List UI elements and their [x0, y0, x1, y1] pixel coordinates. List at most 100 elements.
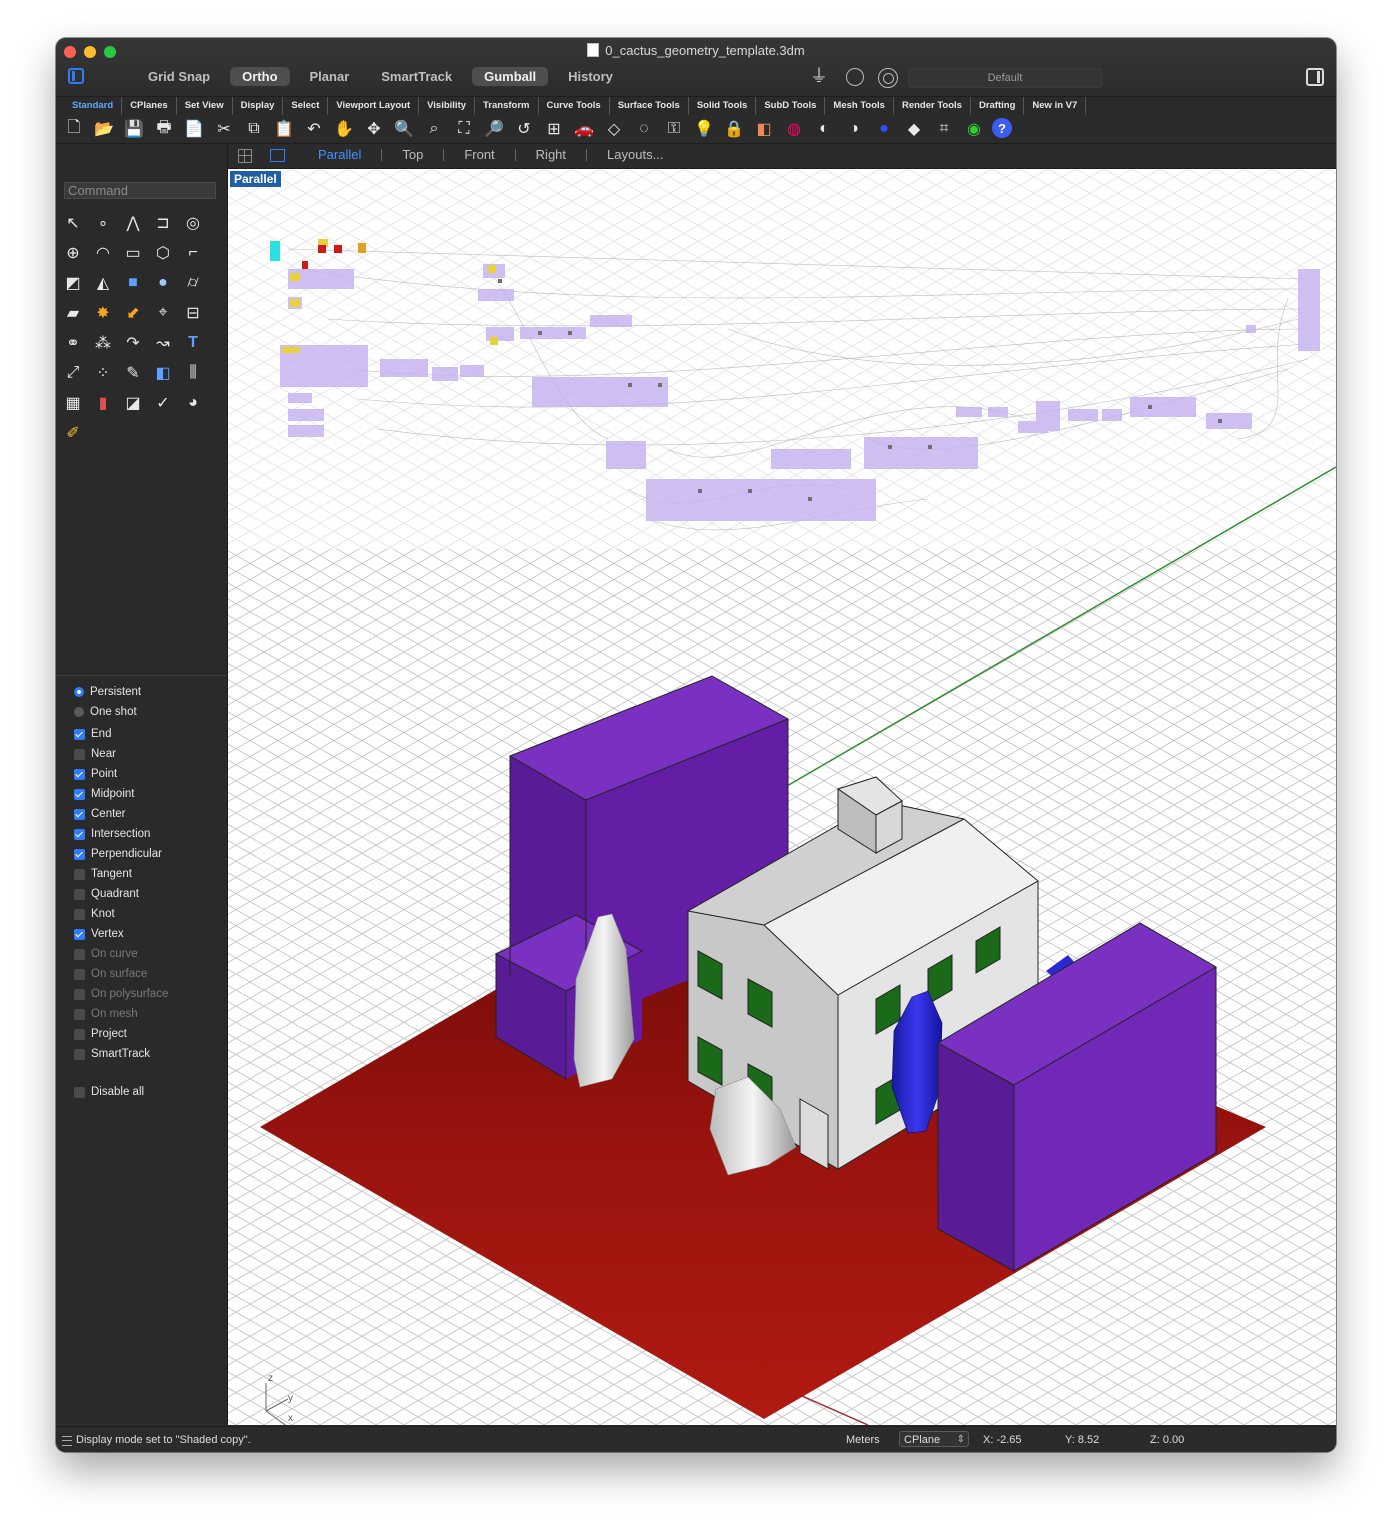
rendered-sphere-icon[interactable]: ●: [872, 118, 896, 140]
zoom-window-icon[interactable]: ⌕: [422, 118, 446, 140]
osnap-vertex[interactable]: Vertex: [74, 924, 168, 944]
osnap-knot[interactable]: Knot: [74, 904, 168, 924]
tab-drafting[interactable]: Drafting: [971, 97, 1025, 115]
render-icon[interactable]: ◆: [902, 118, 926, 140]
surface-icon[interactable]: ◩: [60, 272, 86, 294]
cplane-select[interactable]: CPlane: [899, 1431, 969, 1448]
checkbox[interactable]: [74, 988, 85, 1000]
new-icon[interactable]: 🗋: [62, 118, 86, 140]
osnap-mode-persistent[interactable]: Persistent: [74, 682, 168, 702]
tab-transform[interactable]: Transform: [475, 97, 539, 115]
checkbox[interactable]: [74, 888, 85, 900]
mode-smarttrack[interactable]: SmartTrack: [369, 67, 464, 86]
viewport-tab-layouts[interactable]: Layouts...: [597, 147, 673, 162]
checkbox[interactable]: [74, 968, 85, 980]
analyze-icon[interactable]: ◕: [180, 392, 206, 414]
undo-view-icon[interactable]: ↺: [512, 118, 536, 140]
osnap-center[interactable]: Center: [74, 804, 168, 824]
cplane-icon[interactable]: ◇: [602, 118, 626, 140]
layer-dropdown[interactable]: Default: [908, 68, 1102, 88]
viewport-tab-top[interactable]: Top: [392, 147, 433, 162]
viewport-tab-front[interactable]: Front: [454, 147, 504, 162]
mode-gumball[interactable]: Gumball: [472, 67, 549, 86]
trim-icon[interactable]: ⬋: [120, 302, 146, 324]
osnap-smarttrack[interactable]: SmartTrack: [74, 1044, 168, 1064]
pan-icon[interactable]: ✋: [332, 118, 356, 140]
box-icon[interactable]: ■: [120, 272, 146, 294]
tab-mesh-tools[interactable]: Mesh Tools: [825, 97, 894, 115]
tab-render-tools[interactable]: Render Tools: [894, 97, 971, 115]
tab-cplanes[interactable]: CPlanes: [122, 97, 177, 115]
cut-icon[interactable]: ✂: [212, 118, 236, 140]
osnap-on-polysurface[interactable]: On polysurface: [74, 984, 168, 1004]
explode-icon[interactable]: ✸: [90, 302, 116, 324]
tab-solid-tools[interactable]: Solid Tools: [689, 97, 757, 115]
viewport-4-icon[interactable]: ⊞: [542, 118, 566, 140]
mode-ortho[interactable]: Ortho: [230, 67, 290, 86]
checkbox[interactable]: [74, 788, 85, 800]
checkbox[interactable]: [74, 768, 85, 780]
viewport-title[interactable]: Parallel: [230, 171, 281, 187]
osnap-on-surface[interactable]: On surface: [74, 964, 168, 984]
viewport-tab-parallel[interactable]: Parallel: [308, 147, 371, 162]
lock-icon[interactable]: ⚿: [662, 118, 686, 140]
help-icon[interactable]: ?: [992, 118, 1012, 138]
osnap-on-mesh[interactable]: On mesh: [74, 1004, 168, 1024]
open-icon[interactable]: 📂: [92, 118, 116, 140]
osnap-tangent[interactable]: Tangent: [74, 864, 168, 884]
tab-surface-tools[interactable]: Surface Tools: [610, 97, 689, 115]
zoom-icon[interactable]: 🔍: [392, 118, 416, 140]
checkbox[interactable]: [74, 808, 85, 820]
osnap-disable-all[interactable]: Disable all: [74, 1082, 168, 1102]
rotate-view-icon[interactable]: ✥: [362, 118, 386, 140]
color-wheel-icon[interactable]: ◍: [782, 118, 806, 140]
polyline-icon[interactable]: ⋀: [120, 212, 146, 234]
boolean-icon[interactable]: ⚭: [60, 332, 86, 354]
ellipse-icon[interactable]: ⊕: [60, 242, 86, 264]
dimension-icon[interactable]: ⤢: [60, 362, 86, 384]
offset-icon[interactable]: ↝: [150, 332, 176, 354]
osnap-quadrant[interactable]: Quadrant: [74, 884, 168, 904]
osnap-project[interactable]: Project: [74, 1024, 168, 1044]
units-label[interactable]: Meters: [846, 1434, 880, 1446]
tab-new-in-v7[interactable]: New in V7: [1024, 97, 1087, 115]
osnap-mode-one-shot[interactable]: One shot: [74, 702, 168, 722]
grid-array-icon[interactable]: ▦: [60, 392, 86, 414]
layer-icon[interactable]: ▮: [90, 392, 116, 414]
split-icon[interactable]: ⌖: [150, 302, 176, 324]
four-viewports-icon[interactable]: [238, 149, 252, 163]
single-viewport-icon[interactable]: [270, 149, 285, 162]
osnap-perpendicular[interactable]: Perpendicular: [74, 844, 168, 864]
radio-button[interactable]: [74, 707, 84, 717]
checkbox[interactable]: [74, 728, 85, 740]
viewport-canvas[interactable]: z y x: [228, 169, 1336, 1425]
checkbox[interactable]: [74, 868, 85, 880]
osnap-near[interactable]: Near: [74, 744, 168, 764]
copy-icon[interactable]: ⧉: [242, 118, 266, 140]
paste-icon[interactable]: 📋: [272, 118, 296, 140]
render-brush-icon[interactable]: ✐: [60, 422, 86, 444]
tab-curve-tools[interactable]: Curve Tools: [539, 97, 610, 115]
zoom-extents-icon[interactable]: ⛶: [452, 118, 476, 140]
checkbox[interactable]: [74, 848, 85, 860]
radio-button[interactable]: [74, 687, 84, 697]
save-icon[interactable]: 💾: [122, 118, 146, 140]
check-icon[interactable]: ✓: [150, 392, 176, 414]
list-icon[interactable]: [62, 1436, 72, 1446]
checkbox[interactable]: [74, 1008, 85, 1020]
selection-filter-icon[interactable]: ⏚: [808, 66, 830, 86]
bulb-icon[interactable]: 💡: [692, 118, 716, 140]
osnap-intersection[interactable]: Intersection: [74, 824, 168, 844]
checkbox[interactable]: [74, 1086, 85, 1098]
extrude-icon[interactable]: ◭: [90, 272, 116, 294]
command-input[interactable]: Command: [64, 182, 216, 199]
tab-visibility[interactable]: Visibility: [419, 97, 476, 115]
text-icon[interactable]: T: [180, 332, 206, 354]
solid-edit-icon[interactable]: ◧: [150, 362, 176, 384]
fillet-icon[interactable]: ↷: [120, 332, 146, 354]
fillet-curve-icon[interactable]: ⌐: [180, 242, 206, 264]
parallel-viewport[interactable]: z y x Parallel: [228, 169, 1336, 1425]
checkbox[interactable]: [74, 1028, 85, 1040]
mode-grid-snap[interactable]: Grid Snap: [136, 67, 222, 86]
sidebar-toggle-icon[interactable]: [68, 68, 84, 84]
